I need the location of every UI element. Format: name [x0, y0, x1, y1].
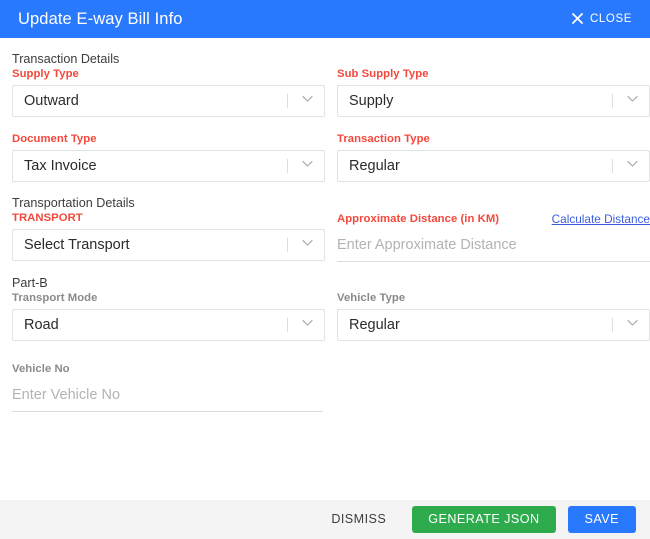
sub-supply-type-select[interactable]: Supply — [337, 85, 650, 117]
document-type-value: Tax Invoice — [24, 157, 97, 174]
generate-json-button[interactable]: GENERATE JSON — [412, 506, 556, 533]
select-separator — [287, 94, 288, 108]
transport-value: Select Transport — [24, 236, 130, 253]
field-vehicle-no: Vehicle No Enter Vehicle No — [12, 363, 325, 412]
transport-label: TRANSPORT — [12, 212, 83, 224]
vehicle-type-value: Regular — [349, 316, 400, 333]
select-separator — [612, 318, 613, 332]
section-transaction-details: Transaction Details — [12, 52, 120, 66]
field-vehicle-type: Vehicle Type Regular — [337, 292, 650, 341]
select-separator — [287, 159, 288, 173]
close-icon — [572, 12, 583, 26]
sub-supply-type-value: Supply — [349, 92, 394, 109]
section-part-b: Part-B — [12, 276, 48, 290]
vehicle-no-label: Vehicle No — [12, 363, 70, 375]
transport-mode-label: Transport Mode — [12, 292, 98, 304]
supply-type-select[interactable]: Outward — [12, 85, 325, 117]
chevron-down-icon — [302, 95, 313, 105]
chevron-down-icon — [627, 160, 638, 170]
approximate-distance-placeholder: Enter Approximate Distance — [337, 237, 517, 254]
select-separator — [612, 159, 613, 173]
approximate-distance-input[interactable]: Enter Approximate Distance — [337, 230, 650, 262]
sub-supply-type-label: Sub Supply Type — [337, 68, 429, 80]
field-sub-supply-type: Sub Supply Type Supply — [337, 68, 650, 117]
approximate-distance-label: Approximate Distance (in KM) — [337, 213, 500, 225]
field-transport-mode: Transport Mode Road — [12, 292, 325, 341]
chevron-down-icon — [627, 319, 638, 329]
field-approximate-distance: Approximate Distance (in KM) Calculate D… — [337, 212, 650, 262]
supply-type-value: Outward — [24, 92, 79, 109]
field-supply-type: Supply Type Outward — [12, 68, 325, 117]
field-document-type: Document Type Tax Invoice — [12, 133, 325, 182]
transaction-type-value: Regular — [349, 157, 400, 174]
transport-select[interactable]: Select Transport — [12, 229, 325, 261]
select-separator — [287, 318, 288, 332]
dialog-footer: DISMISS GENERATE JSON SAVE — [0, 500, 650, 539]
chevron-down-icon — [302, 319, 313, 329]
transaction-type-label: Transaction Type — [337, 133, 430, 145]
vehicle-type-select[interactable]: Regular — [337, 309, 650, 341]
dialog-titlebar: Update E-way Bill Info CLOSE — [0, 0, 650, 38]
save-button[interactable]: SAVE — [567, 506, 636, 533]
update-eway-bill-dialog: Update E-way Bill Info CLOSE Transaction… — [0, 0, 650, 539]
select-separator — [287, 238, 288, 252]
field-transaction-type: Transaction Type Regular — [337, 133, 650, 182]
document-type-select[interactable]: Tax Invoice — [12, 150, 325, 182]
vehicle-type-label: Vehicle Type — [337, 292, 406, 304]
calculate-distance-link[interactable]: Calculate Distance — [552, 212, 650, 230]
form-row-supply: Supply Type Outward Sub Supply Type Supp… — [10, 68, 650, 117]
dismiss-button[interactable]: DISMISS — [317, 506, 400, 533]
chevron-down-icon — [302, 239, 313, 249]
form-row-transport: TRANSPORT Select Transport Approximate D… — [10, 212, 650, 262]
form-row-document: Document Type Tax Invoice Transaction Ty… — [10, 133, 650, 182]
field-transport: TRANSPORT Select Transport — [12, 212, 325, 262]
chevron-down-icon — [627, 95, 638, 105]
dialog-body: Transaction Details Supply Type Outward … — [0, 38, 650, 500]
vehicle-no-input[interactable]: Enter Vehicle No — [12, 380, 323, 412]
close-button[interactable]: CLOSE — [572, 12, 632, 26]
document-type-label: Document Type — [12, 133, 97, 145]
transport-mode-value: Road — [24, 316, 59, 333]
form-row-vehicle-no: Vehicle No Enter Vehicle No — [10, 363, 640, 412]
select-separator — [612, 94, 613, 108]
close-button-label: CLOSE — [590, 13, 632, 25]
approximate-distance-label-row: Approximate Distance (in KM) Calculate D… — [337, 212, 650, 230]
transaction-type-select[interactable]: Regular — [337, 150, 650, 182]
form-row-mode: Transport Mode Road Vehicle Type Regular — [10, 292, 650, 341]
dialog-title: Update E-way Bill Info — [18, 9, 183, 28]
chevron-down-icon — [302, 160, 313, 170]
transport-mode-select[interactable]: Road — [12, 309, 325, 341]
supply-type-label: Supply Type — [12, 68, 79, 80]
section-transportation-details: Transportation Details — [12, 196, 135, 210]
vehicle-no-placeholder: Enter Vehicle No — [12, 387, 121, 404]
